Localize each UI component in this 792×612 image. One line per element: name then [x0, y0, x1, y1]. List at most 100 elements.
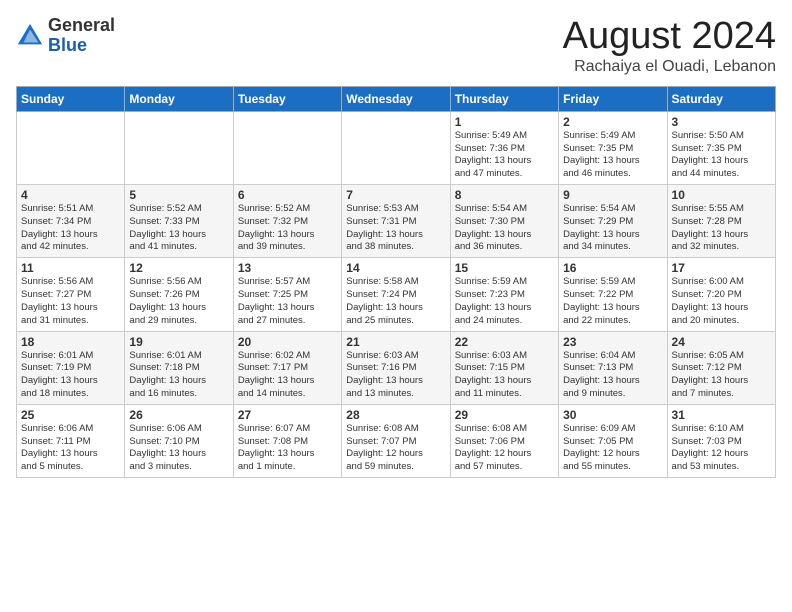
- day-info: Sunrise: 5:57 AM Sunset: 7:25 PM Dayligh…: [238, 276, 337, 327]
- day-info: Sunrise: 5:56 AM Sunset: 7:27 PM Dayligh…: [21, 276, 120, 327]
- day-number: 23: [563, 335, 662, 349]
- day-number: 10: [672, 188, 771, 202]
- day-number: 29: [455, 408, 554, 422]
- logo-general-text: General: [48, 15, 115, 35]
- day-info: Sunrise: 6:01 AM Sunset: 7:19 PM Dayligh…: [21, 350, 120, 401]
- calendar-cell: 3Sunrise: 5:50 AM Sunset: 7:35 PM Daylig…: [667, 111, 775, 184]
- calendar-cell: [342, 111, 450, 184]
- calendar-cell: 8Sunrise: 5:54 AM Sunset: 7:30 PM Daylig…: [450, 185, 558, 258]
- calendar-cell: 27Sunrise: 6:07 AM Sunset: 7:08 PM Dayli…: [233, 404, 341, 477]
- calendar-cell: 19Sunrise: 6:01 AM Sunset: 7:18 PM Dayli…: [125, 331, 233, 404]
- calendar-cell: 12Sunrise: 5:56 AM Sunset: 7:26 PM Dayli…: [125, 258, 233, 331]
- calendar-cell: [125, 111, 233, 184]
- calendar-cell: 22Sunrise: 6:03 AM Sunset: 7:15 PM Dayli…: [450, 331, 558, 404]
- day-info: Sunrise: 6:04 AM Sunset: 7:13 PM Dayligh…: [563, 350, 662, 401]
- day-info: Sunrise: 6:05 AM Sunset: 7:12 PM Dayligh…: [672, 350, 771, 401]
- calendar-cell: 17Sunrise: 6:00 AM Sunset: 7:20 PM Dayli…: [667, 258, 775, 331]
- calendar-cell: 21Sunrise: 6:03 AM Sunset: 7:16 PM Dayli…: [342, 331, 450, 404]
- day-info: Sunrise: 6:08 AM Sunset: 7:07 PM Dayligh…: [346, 423, 445, 474]
- day-info: Sunrise: 5:58 AM Sunset: 7:24 PM Dayligh…: [346, 276, 445, 327]
- day-number: 14: [346, 261, 445, 275]
- logo-icon: [16, 22, 44, 50]
- calendar-cell: 10Sunrise: 5:55 AM Sunset: 7:28 PM Dayli…: [667, 185, 775, 258]
- day-info: Sunrise: 5:51 AM Sunset: 7:34 PM Dayligh…: [21, 203, 120, 254]
- day-number: 18: [21, 335, 120, 349]
- day-number: 15: [455, 261, 554, 275]
- calendar-cell: 20Sunrise: 6:02 AM Sunset: 7:17 PM Dayli…: [233, 331, 341, 404]
- day-number: 12: [129, 261, 228, 275]
- day-info: Sunrise: 6:03 AM Sunset: 7:15 PM Dayligh…: [455, 350, 554, 401]
- calendar-week-row: 25Sunrise: 6:06 AM Sunset: 7:11 PM Dayli…: [17, 404, 776, 477]
- day-number: 31: [672, 408, 771, 422]
- logo: General Blue: [16, 16, 115, 56]
- calendar-cell: 1Sunrise: 5:49 AM Sunset: 7:36 PM Daylig…: [450, 111, 558, 184]
- day-number: 1: [455, 115, 554, 129]
- day-number: 25: [21, 408, 120, 422]
- calendar-cell: 18Sunrise: 6:01 AM Sunset: 7:19 PM Dayli…: [17, 331, 125, 404]
- calendar-cell: 16Sunrise: 5:59 AM Sunset: 7:22 PM Dayli…: [559, 258, 667, 331]
- calendar-table: SundayMondayTuesdayWednesdayThursdayFrid…: [16, 86, 776, 478]
- day-info: Sunrise: 6:06 AM Sunset: 7:11 PM Dayligh…: [21, 423, 120, 474]
- day-number: 3: [672, 115, 771, 129]
- day-info: Sunrise: 5:56 AM Sunset: 7:26 PM Dayligh…: [129, 276, 228, 327]
- calendar-header-saturday: Saturday: [667, 86, 775, 111]
- day-info: Sunrise: 5:52 AM Sunset: 7:32 PM Dayligh…: [238, 203, 337, 254]
- calendar-week-row: 11Sunrise: 5:56 AM Sunset: 7:27 PM Dayli…: [17, 258, 776, 331]
- calendar-week-row: 4Sunrise: 5:51 AM Sunset: 7:34 PM Daylig…: [17, 185, 776, 258]
- day-info: Sunrise: 6:06 AM Sunset: 7:10 PM Dayligh…: [129, 423, 228, 474]
- day-number: 21: [346, 335, 445, 349]
- calendar-cell: 11Sunrise: 5:56 AM Sunset: 7:27 PM Dayli…: [17, 258, 125, 331]
- day-number: 16: [563, 261, 662, 275]
- calendar-cell: 9Sunrise: 5:54 AM Sunset: 7:29 PM Daylig…: [559, 185, 667, 258]
- calendar-header-sunday: Sunday: [17, 86, 125, 111]
- day-info: Sunrise: 5:55 AM Sunset: 7:28 PM Dayligh…: [672, 203, 771, 254]
- day-number: 24: [672, 335, 771, 349]
- day-number: 26: [129, 408, 228, 422]
- day-number: 17: [672, 261, 771, 275]
- day-number: 2: [563, 115, 662, 129]
- calendar-cell: 4Sunrise: 5:51 AM Sunset: 7:34 PM Daylig…: [17, 185, 125, 258]
- day-info: Sunrise: 5:50 AM Sunset: 7:35 PM Dayligh…: [672, 130, 771, 181]
- calendar-cell: 7Sunrise: 5:53 AM Sunset: 7:31 PM Daylig…: [342, 185, 450, 258]
- day-number: 20: [238, 335, 337, 349]
- day-number: 8: [455, 188, 554, 202]
- calendar-cell: 5Sunrise: 5:52 AM Sunset: 7:33 PM Daylig…: [125, 185, 233, 258]
- day-number: 6: [238, 188, 337, 202]
- calendar-week-row: 1Sunrise: 5:49 AM Sunset: 7:36 PM Daylig…: [17, 111, 776, 184]
- calendar-cell: 31Sunrise: 6:10 AM Sunset: 7:03 PM Dayli…: [667, 404, 775, 477]
- calendar-header-tuesday: Tuesday: [233, 86, 341, 111]
- day-number: 19: [129, 335, 228, 349]
- day-info: Sunrise: 5:54 AM Sunset: 7:30 PM Dayligh…: [455, 203, 554, 254]
- calendar-cell: 30Sunrise: 6:09 AM Sunset: 7:05 PM Dayli…: [559, 404, 667, 477]
- day-number: 9: [563, 188, 662, 202]
- day-info: Sunrise: 6:01 AM Sunset: 7:18 PM Dayligh…: [129, 350, 228, 401]
- day-info: Sunrise: 6:03 AM Sunset: 7:16 PM Dayligh…: [346, 350, 445, 401]
- day-info: Sunrise: 6:00 AM Sunset: 7:20 PM Dayligh…: [672, 276, 771, 327]
- calendar-week-row: 18Sunrise: 6:01 AM Sunset: 7:19 PM Dayli…: [17, 331, 776, 404]
- calendar-cell: 29Sunrise: 6:08 AM Sunset: 7:06 PM Dayli…: [450, 404, 558, 477]
- day-info: Sunrise: 6:10 AM Sunset: 7:03 PM Dayligh…: [672, 423, 771, 474]
- calendar-header-monday: Monday: [125, 86, 233, 111]
- day-info: Sunrise: 6:02 AM Sunset: 7:17 PM Dayligh…: [238, 350, 337, 401]
- page-header: General Blue August 2024 Rachaiya el Oua…: [16, 16, 776, 76]
- day-number: 7: [346, 188, 445, 202]
- calendar-cell: 24Sunrise: 6:05 AM Sunset: 7:12 PM Dayli…: [667, 331, 775, 404]
- calendar-cell: 13Sunrise: 5:57 AM Sunset: 7:25 PM Dayli…: [233, 258, 341, 331]
- title-block: August 2024 Rachaiya el Ouadi, Lebanon: [563, 16, 776, 76]
- day-number: 27: [238, 408, 337, 422]
- day-info: Sunrise: 5:49 AM Sunset: 7:36 PM Dayligh…: [455, 130, 554, 181]
- day-info: Sunrise: 5:52 AM Sunset: 7:33 PM Dayligh…: [129, 203, 228, 254]
- logo-blue-text: Blue: [48, 35, 87, 55]
- day-number: 5: [129, 188, 228, 202]
- calendar-header-row: SundayMondayTuesdayWednesdayThursdayFrid…: [17, 86, 776, 111]
- day-number: 13: [238, 261, 337, 275]
- day-info: Sunrise: 6:08 AM Sunset: 7:06 PM Dayligh…: [455, 423, 554, 474]
- day-number: 11: [21, 261, 120, 275]
- calendar-header-wednesday: Wednesday: [342, 86, 450, 111]
- day-number: 22: [455, 335, 554, 349]
- day-info: Sunrise: 5:49 AM Sunset: 7:35 PM Dayligh…: [563, 130, 662, 181]
- calendar-cell: 6Sunrise: 5:52 AM Sunset: 7:32 PM Daylig…: [233, 185, 341, 258]
- calendar-cell: 23Sunrise: 6:04 AM Sunset: 7:13 PM Dayli…: [559, 331, 667, 404]
- day-info: Sunrise: 5:59 AM Sunset: 7:23 PM Dayligh…: [455, 276, 554, 327]
- calendar-cell: [17, 111, 125, 184]
